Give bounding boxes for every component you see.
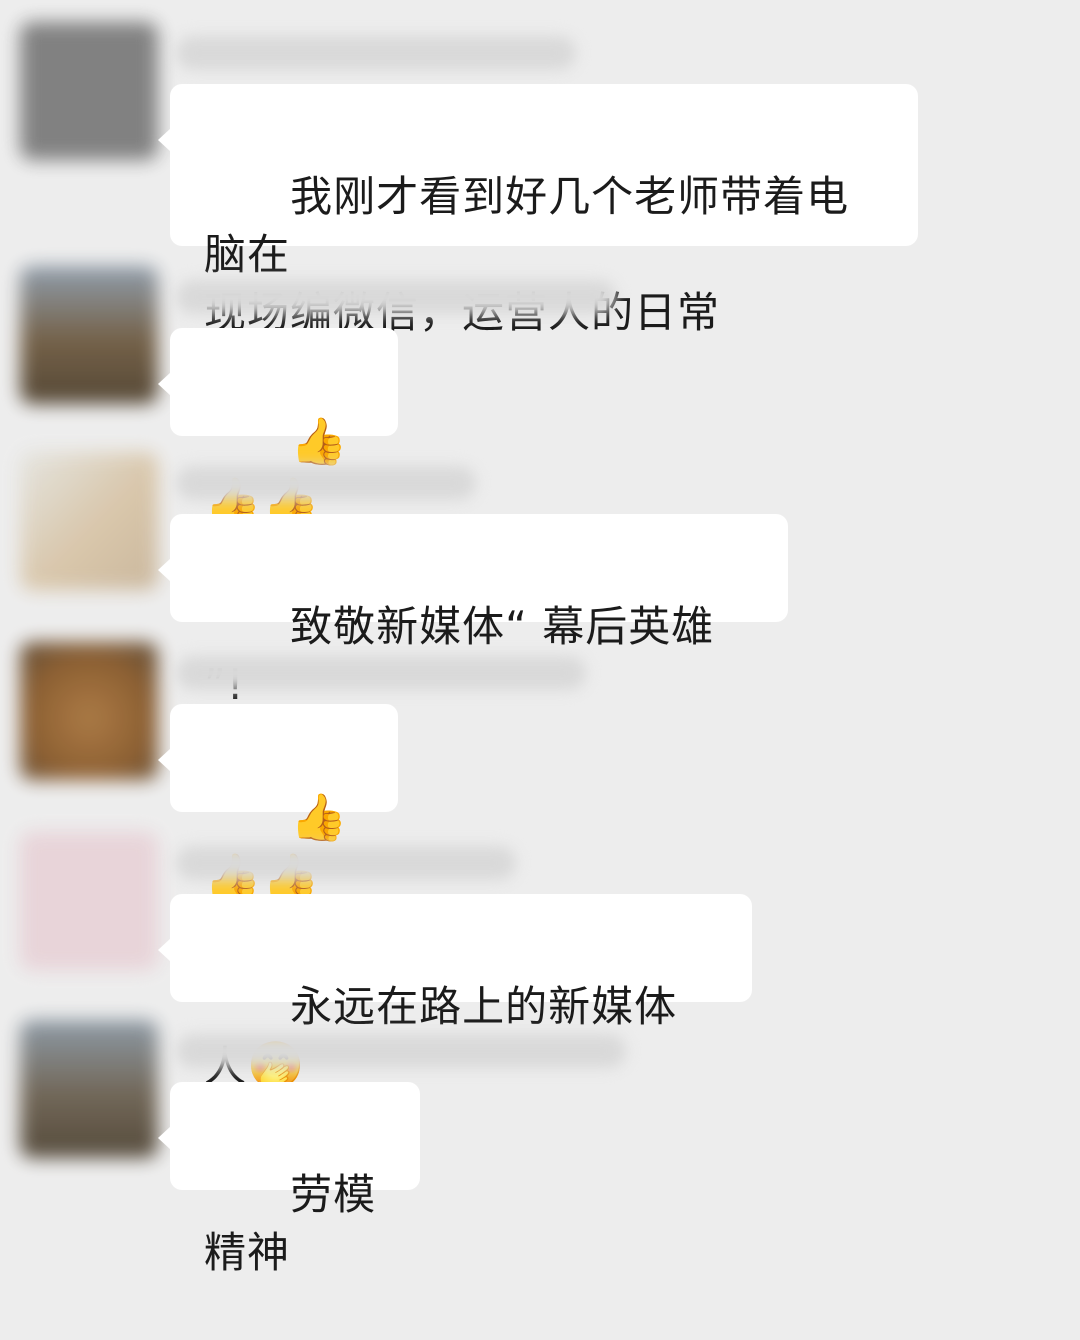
message-bubble[interactable]: 我刚才看到好几个老师带着电脑在 现场编微信，运营人的日常 [158,84,918,337]
avatar[interactable] [20,642,158,780]
avatar[interactable] [20,1020,158,1158]
sender-name [176,846,516,880]
avatar[interactable] [20,266,158,404]
avatar[interactable] [20,22,158,160]
chat-message-list[interactable]: 我刚才看到好几个老师带着电脑在 现场编微信，运营人的日常 👍👍👍 致敬新媒体“ … [0,0,1080,1277]
message-bubble[interactable]: 劳模精神 [158,1082,420,1277]
avatar[interactable] [20,452,158,590]
sender-name [176,36,576,70]
sender-name [176,656,586,690]
avatar[interactable] [20,832,158,970]
message-text: 劳模精神 [204,1170,377,1277]
message-bubble[interactable]: 👍👍👍 [158,328,398,528]
message-bubble[interactable]: 永远在路上的新媒体人🤭 [158,894,752,1092]
message-bubble[interactable]: 致敬新媒体“ 幕后英雄 ”! [158,514,788,709]
sender-name [176,466,476,500]
message-bubble[interactable]: 👍👍👍 [158,704,398,904]
sender-name [176,280,616,314]
sender-name [176,1034,626,1068]
